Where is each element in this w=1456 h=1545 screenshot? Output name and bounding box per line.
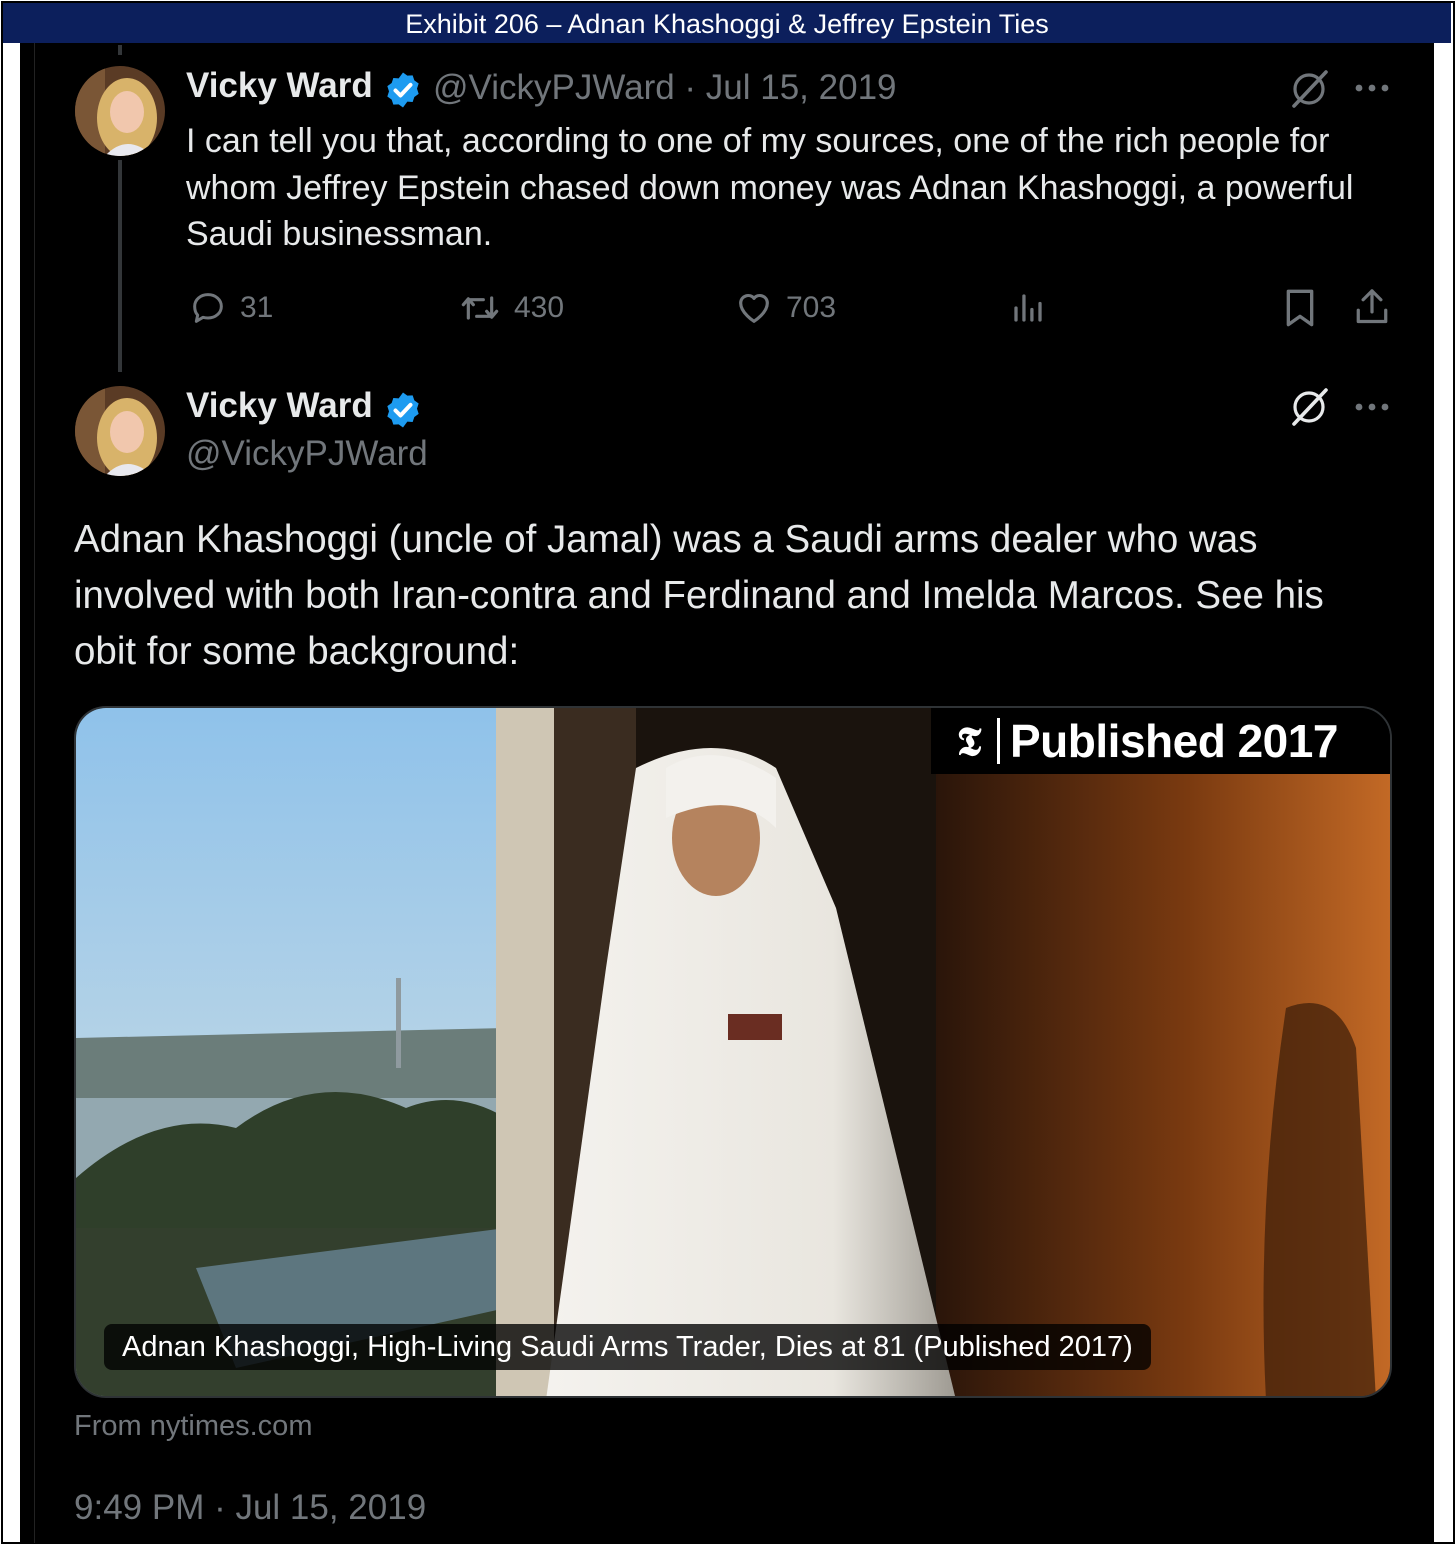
more-icon[interactable] [1354,399,1390,415]
handle-and-date[interactable]: @VickyPJWard · Jul 15, 2019 [433,68,897,108]
tweet-timestamp[interactable]: 9:49 PM · Jul 15, 2019 [74,1488,426,1528]
bookmark-icon[interactable] [1280,286,1320,330]
like-count: 703 [786,291,837,324]
link-card[interactable]: 𝕿 Published 2017 Adnan Khashoggi, High-L… [74,706,1392,1398]
repost-button[interactable]: 430 [458,288,564,328]
avatar[interactable] [75,66,165,156]
grok-icon[interactable] [1288,68,1330,110]
nytimes-logo: 𝕿 [956,717,982,765]
tweet-text: Adnan Khashoggi (uncle of Jamal) was a S… [74,518,1324,673]
author-name[interactable]: Vicky Ward [186,386,373,426]
grok-icon[interactable] [1288,386,1330,428]
verified-badge-icon [387,392,419,428]
card-caption: Adnan Khashoggi, High-Living Saudi Arms … [104,1324,1151,1370]
badge-divider [997,718,1000,764]
card-source[interactable]: From nytimes.com [74,1410,312,1443]
avatar[interactable] [75,386,165,476]
exhibit-title: Exhibit 206 – Adnan Khashoggi & Jeffrey … [3,3,1451,43]
heart-icon [739,293,769,323]
verified-badge-icon [387,72,419,108]
handle[interactable]: @VickyPJWard [186,434,428,474]
like-button[interactable]: 703 [734,288,836,328]
thread-connector-top [118,45,122,55]
panel-edge [34,43,35,1543]
thread-connector [118,160,122,372]
share-icon[interactable] [1352,286,1392,328]
reply-icon [193,293,223,323]
author-name[interactable]: Vicky Ward [186,66,373,106]
badge-label: Published 2017 [1010,715,1338,767]
tweet-text: I can tell you that, according to one of… [186,122,1354,253]
reply-count: 31 [240,291,274,324]
views-icon[interactable] [1010,290,1046,326]
more-icon[interactable] [1354,80,1390,96]
repost-count: 430 [514,291,565,324]
publication-badge: 𝕿 Published 2017 [931,708,1390,774]
repost-icon [461,296,499,320]
reply-button[interactable]: 31 [188,288,273,328]
article-photo [76,708,1390,1396]
